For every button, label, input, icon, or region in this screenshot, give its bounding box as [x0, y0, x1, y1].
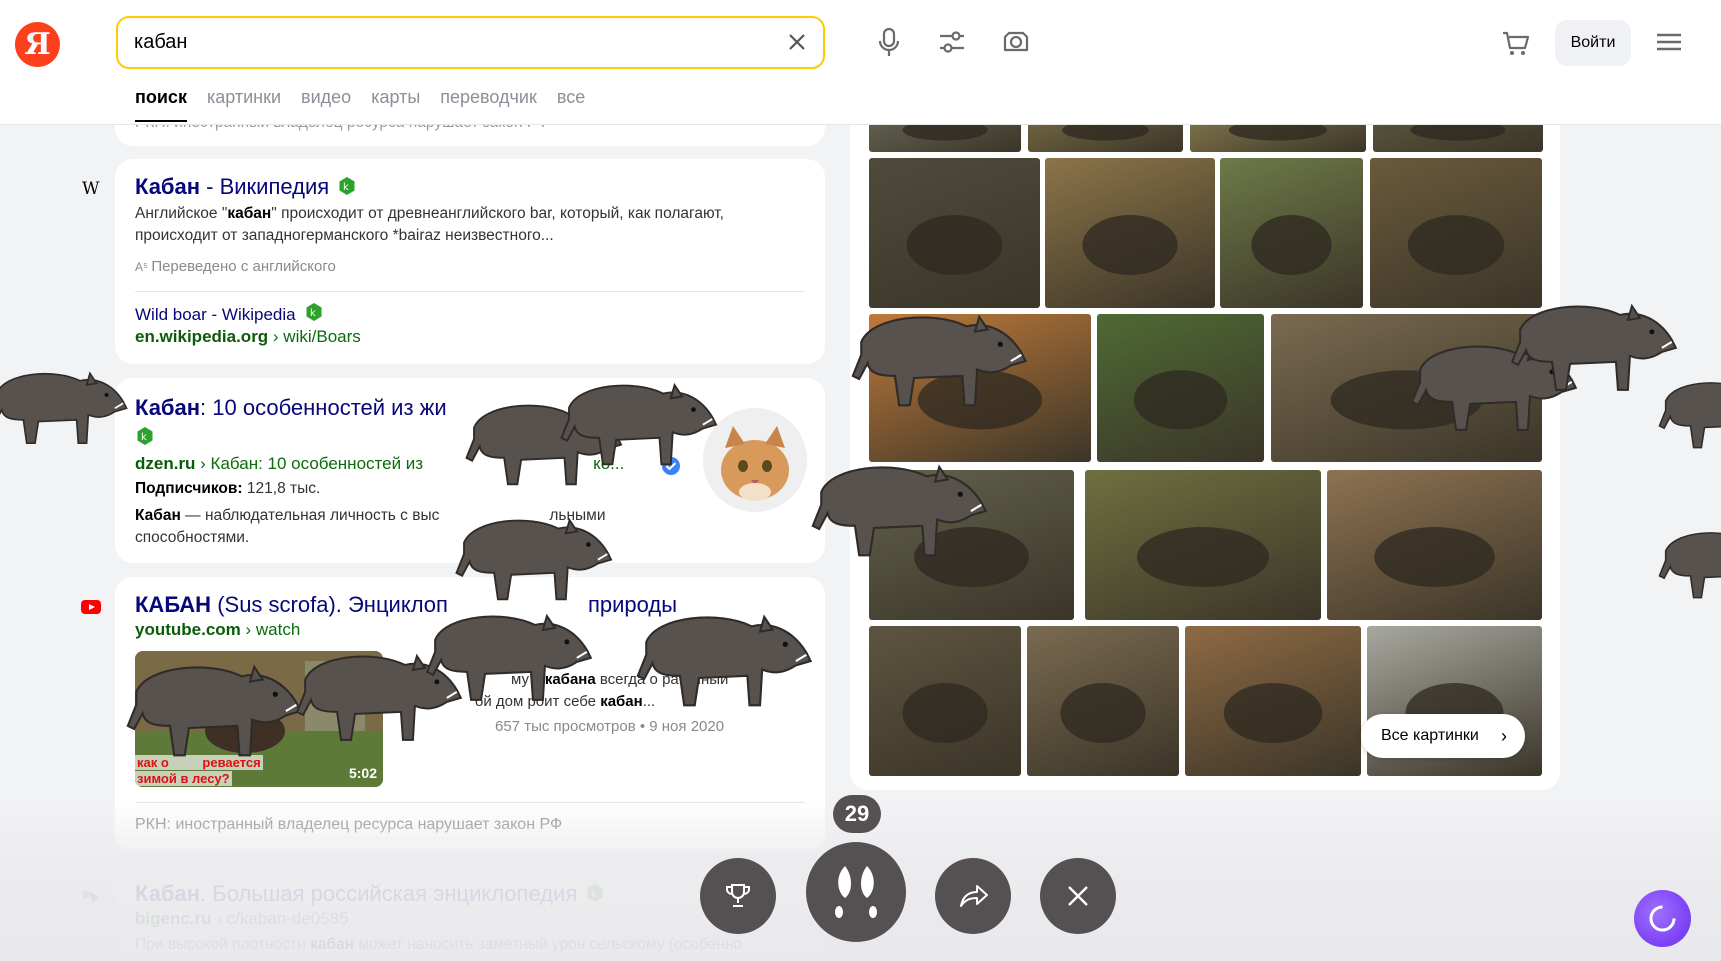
svg-text:k: k: [591, 889, 597, 900]
result-title[interactable]: Кабан. Большая российская энциклопедия k: [135, 880, 605, 908]
share-icon: [960, 885, 988, 907]
boar-photo: [1136, 527, 1270, 587]
image-thumbnail[interactable]: [1097, 314, 1264, 462]
tab-all[interactable]: все: [557, 86, 585, 122]
search-box[interactable]: [116, 16, 825, 69]
filters-icon[interactable]: [936, 26, 968, 58]
boar-sprite[interactable]: [550, 370, 720, 474]
boar-photo: [1082, 215, 1178, 275]
result-card-wikipedia: Кабан - Википедия k Английское "кабан" пр…: [115, 159, 825, 364]
divider: [135, 291, 805, 292]
wikipedia-icon: W: [82, 179, 100, 199]
boar-sprite[interactable]: [1650, 370, 1721, 455]
youtube-icon: [81, 600, 101, 614]
boar-sprite[interactable]: [800, 450, 990, 566]
boar-sprite[interactable]: [1650, 520, 1721, 605]
boar-sprite[interactable]: [415, 600, 595, 710]
close-game-button[interactable]: [1040, 858, 1116, 934]
result-title[interactable]: Кабан - Википедия k: [135, 173, 357, 201]
login-button[interactable]: Войти: [1555, 20, 1631, 66]
boar-sprite[interactable]: [0, 360, 130, 452]
svg-text:k: k: [141, 432, 147, 443]
divider: [135, 802, 805, 803]
rkn-notice: РКН: иностранный владелец ресурса наруша…: [135, 816, 563, 833]
tab-search[interactable]: поиск: [135, 86, 187, 122]
image-thumbnail[interactable]: [869, 626, 1021, 776]
image-thumbnail[interactable]: [1027, 626, 1179, 776]
share-button[interactable]: [935, 858, 1011, 934]
all-images-button[interactable]: Все картинки ›: [1361, 714, 1525, 758]
boar-photo: [1060, 683, 1146, 743]
boar-sprite[interactable]: [445, 505, 615, 609]
video-views: 657 тыс просмотров • 9 ноя 2020: [495, 718, 725, 735]
trophy-icon: [726, 884, 750, 907]
verified-badge-icon: k: [306, 303, 322, 321]
image-thumbnail[interactable]: [1085, 470, 1321, 620]
alice-ring: [1649, 905, 1676, 932]
boar-sprite[interactable]: [840, 300, 1030, 416]
translate-icon: A⁵: [135, 260, 152, 274]
boar-photo: [902, 683, 988, 743]
boar-photo: [1374, 527, 1495, 587]
svg-text:k: k: [343, 182, 349, 193]
image-thumbnail[interactable]: [869, 158, 1040, 308]
boar-photo: [1223, 683, 1323, 743]
search-tabs: поиск картинки видео карты переводчик вс…: [135, 86, 605, 122]
svg-text:k: k: [310, 308, 316, 319]
result-snippet: При высокой плотности кабан может наноси…: [135, 936, 743, 953]
sub-result-title[interactable]: Wild boar - Wikipedia k: [135, 302, 324, 325]
result-source[interactable]: youtube.com › watch: [135, 620, 300, 640]
image-thumbnail[interactable]: [1327, 470, 1542, 620]
verified-badge-icon: k: [587, 884, 603, 902]
clear-icon[interactable]: [785, 30, 809, 54]
video-caption-2: зимой в лесу?: [135, 771, 232, 786]
svg-text:W: W: [82, 179, 100, 199]
search-input[interactable]: [134, 28, 734, 56]
verified-badge-icon: k: [137, 427, 153, 445]
boar-sprite[interactable]: [115, 650, 305, 766]
header: Я Войти поиск картинки видео карты перев…: [0, 0, 1721, 125]
trophy-button[interactable]: [700, 858, 776, 934]
boar-photo: [906, 215, 1003, 275]
close-icon: [1068, 886, 1088, 906]
tab-maps[interactable]: карты: [371, 86, 420, 122]
yandex-logo[interactable]: Я: [15, 22, 60, 67]
tab-video[interactable]: видео: [301, 86, 351, 122]
boar-photo: [1251, 215, 1332, 275]
subscribers: Подписчиков: 121,8 тыс.: [135, 480, 321, 497]
camera-search-icon[interactable]: [1000, 26, 1032, 58]
result-source[interactable]: bigenc.ru › c/kaban-de0585: [135, 909, 349, 929]
cart-icon[interactable]: [1500, 28, 1532, 58]
microphone-icon[interactable]: [873, 26, 905, 58]
image-thumbnail[interactable]: [1045, 158, 1215, 308]
boar-photo: [1407, 215, 1505, 275]
sub-result-source[interactable]: en.wikipedia.org › wiki/Boars: [135, 327, 361, 347]
verified-badge-icon: k: [339, 177, 355, 195]
boar-photo: [1133, 370, 1228, 430]
hoofprint-icon: [835, 866, 877, 918]
image-thumbnail[interactable]: [1185, 626, 1361, 776]
boar-sprite[interactable]: [625, 600, 815, 716]
image-thumbnail[interactable]: [1370, 158, 1542, 308]
tab-translator[interactable]: переводчик: [440, 86, 537, 122]
tab-images[interactable]: картинки: [207, 86, 281, 122]
menu-icon[interactable]: [1655, 30, 1683, 54]
translated-note: A⁵ Переведено с английского: [135, 258, 336, 275]
hoofprint-button[interactable]: [806, 842, 906, 942]
hoofprint-counter: 29: [833, 795, 881, 833]
result-title[interactable]: Кабан: 10 особенностей из жи: [135, 394, 447, 422]
alice-icon[interactable]: [1634, 890, 1691, 947]
chevron-right-icon: ›: [1501, 726, 1507, 746]
image-thumbnail[interactable]: [1220, 158, 1363, 308]
bigenc-icon: [83, 890, 100, 902]
result-snippet: Английское "кабан" происходит от древнеа…: [135, 205, 724, 244]
video-duration: 5:02: [348, 765, 377, 781]
